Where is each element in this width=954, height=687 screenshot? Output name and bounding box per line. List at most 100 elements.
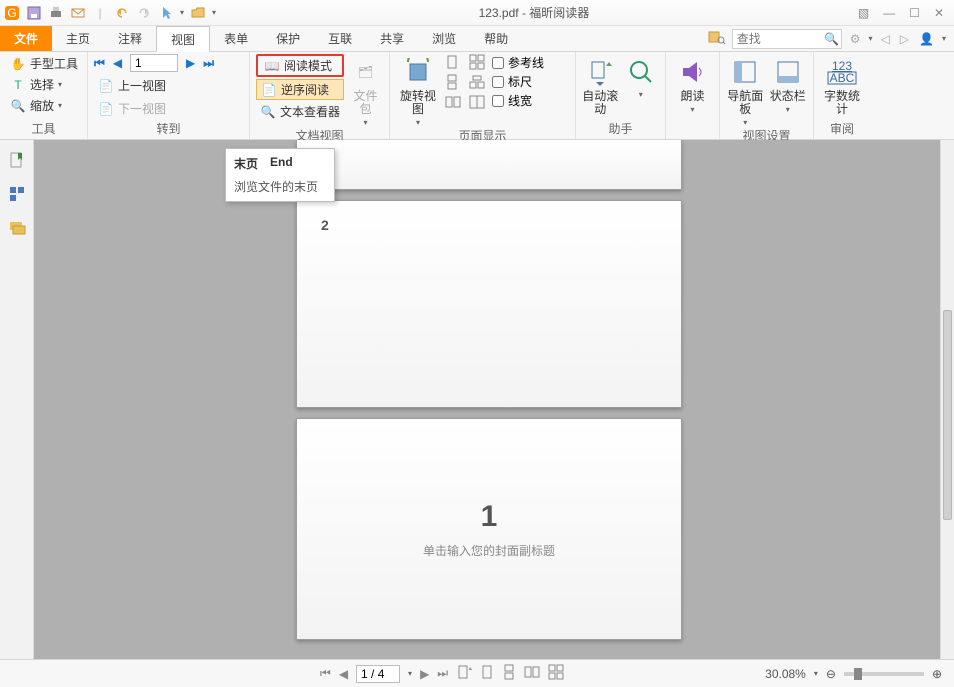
zoom-out-icon[interactable]: ⊖ (826, 667, 836, 681)
ruler-checkbox[interactable] (492, 76, 504, 88)
close-icon[interactable]: ✕ (934, 6, 944, 20)
status-bar-toggle[interactable]: 状态栏 ▾ (769, 54, 808, 114)
status-bar: ⏮ ◀ ▾ ▶ ⏭ 30.08% ▾ ⊖ ⊕ (0, 659, 954, 687)
status-facing-icon[interactable] (524, 664, 540, 683)
zoom-slider-thumb[interactable] (854, 668, 862, 680)
status-last-page-icon[interactable]: ⏭ (437, 666, 448, 681)
auto-scroll-icon (584, 56, 616, 88)
zoom-tool[interactable]: 🔍缩放▾ (6, 96, 82, 115)
zoom-slider[interactable] (844, 672, 924, 676)
last-page-icon[interactable]: ⏭ (203, 56, 214, 71)
status-page-input[interactable] (356, 665, 400, 683)
nav-prev-icon[interactable]: ◁ (879, 32, 892, 46)
zoom-dropdown-icon[interactable]: ▾ (58, 101, 62, 110)
ribbon-toggle-icon[interactable]: ▧ (858, 6, 869, 20)
tab-home[interactable]: 主页 (52, 26, 104, 51)
thumbnails-icon[interactable] (7, 184, 27, 204)
rotate-view-label: 旋转视图 (396, 90, 440, 116)
minimize-icon[interactable]: — (883, 6, 895, 20)
tab-help[interactable]: 帮助 (470, 26, 522, 51)
magnifier-dropdown-icon[interactable]: ▾ (639, 90, 643, 99)
tab-file[interactable]: 文件 (0, 26, 52, 51)
gear-dropdown-icon[interactable]: ▾ (869, 34, 873, 43)
email-icon[interactable] (70, 5, 86, 21)
tab-share[interactable]: 共享 (366, 26, 418, 51)
search-input[interactable] (733, 32, 823, 46)
status-layout1-icon[interactable] (456, 664, 472, 683)
user-icon[interactable]: 👤 (917, 32, 936, 46)
read-aloud-dropdown-icon[interactable]: ▾ (690, 105, 694, 114)
next-view: 📄下一视图 (94, 99, 243, 118)
qat-dropdown-icon[interactable]: ▾ (180, 8, 184, 17)
page-number-input[interactable] (130, 54, 178, 72)
save-icon[interactable] (26, 5, 42, 21)
status-continuous-icon[interactable] (502, 664, 516, 683)
text-viewer[interactable]: 🔍文本查看器 (256, 102, 344, 121)
single-page-icon[interactable] (444, 54, 464, 72)
read-aloud[interactable]: 朗读 ▾ (672, 54, 713, 114)
tab-protect[interactable]: 保护 (262, 26, 314, 51)
book-icon: 📖 (264, 58, 280, 74)
cursor-icon[interactable] (158, 5, 174, 21)
next-page-icon[interactable]: ▶ (186, 56, 195, 70)
package-icon: 🗂 (350, 56, 382, 88)
redo-icon[interactable] (136, 5, 152, 21)
continuous-icon[interactable] (444, 74, 464, 92)
zoom-in-icon[interactable]: ⊕ (932, 667, 942, 681)
nav-next-icon[interactable]: ▷ (898, 32, 911, 46)
cover-page-icon[interactable] (468, 74, 488, 92)
maximize-icon[interactable]: ☐ (909, 6, 920, 20)
word-count[interactable]: 123ABC 字数统计 (820, 54, 864, 116)
reverse-read[interactable]: 📄逆序阅读 (256, 79, 344, 100)
auto-scroll[interactable]: 自动滚动 (582, 54, 619, 116)
tab-connect[interactable]: 互联 (314, 26, 366, 51)
select-dropdown-icon[interactable]: ▾ (58, 80, 62, 89)
search-box[interactable]: 🔍 (732, 29, 842, 49)
tab-browse[interactable]: 浏览 (418, 26, 470, 51)
search-icon[interactable]: 🔍 (823, 32, 841, 46)
tab-form[interactable]: 表单 (210, 26, 262, 51)
open-dropdown-icon[interactable]: ▾ (212, 8, 216, 17)
user-dropdown-icon[interactable]: ▾ (942, 34, 946, 43)
status-page-dropdown-icon[interactable]: ▾ (408, 669, 412, 678)
linewidth-toggle[interactable]: 线宽 (492, 92, 544, 109)
status-facing-cont-icon[interactable] (548, 664, 564, 683)
status-bar-dropdown-icon[interactable]: ▾ (786, 105, 790, 114)
status-single-icon[interactable] (480, 664, 494, 683)
find-scope-icon[interactable] (708, 29, 726, 48)
status-prev-page-icon[interactable]: ◀ (339, 667, 348, 681)
rotate-view[interactable]: 旋转视图 ▾ (396, 54, 440, 127)
first-page-icon[interactable]: ⏮ (94, 56, 105, 71)
vertical-scrollbar[interactable] (940, 140, 954, 659)
print-icon[interactable] (48, 5, 64, 21)
nav-panel[interactable]: 导航面板 ▾ (726, 54, 765, 127)
tab-view[interactable]: 视图 (156, 26, 210, 52)
open-folder-icon[interactable] (190, 5, 206, 21)
status-first-page-icon[interactable]: ⏮ (320, 666, 331, 681)
zoom-dropdown-status-icon[interactable]: ▾ (814, 669, 818, 678)
linewidth-checkbox[interactable] (492, 95, 504, 107)
guides-toggle[interactable]: 参考线 (492, 54, 544, 71)
rotate-dropdown-icon[interactable]: ▾ (416, 118, 420, 127)
magnifier[interactable]: ▾ (623, 54, 660, 99)
prev-page-icon[interactable]: ◀ (113, 56, 122, 70)
facing-cont-icon[interactable] (468, 54, 488, 72)
facing-icon[interactable] (444, 94, 464, 112)
hand-tool[interactable]: ✋手型工具 (6, 54, 82, 73)
comments-icon[interactable] (7, 218, 27, 238)
scrollbar-thumb[interactable] (943, 310, 952, 520)
split-icon[interactable] (468, 94, 488, 112)
nav-panel-dropdown-icon[interactable]: ▾ (743, 118, 747, 127)
status-next-page-icon[interactable]: ▶ (420, 667, 429, 681)
select-tool[interactable]: T选择▾ (6, 75, 82, 94)
prev-view[interactable]: 📄上一视图 (94, 76, 243, 95)
undo-icon[interactable] (114, 5, 130, 21)
gear-icon[interactable]: ⚙ (848, 32, 863, 46)
document-area[interactable]: 2 1 单击输入您的封面副标题 (34, 140, 940, 659)
guides-checkbox[interactable] (492, 57, 504, 69)
read-mode[interactable]: 📖阅读模式 (260, 56, 340, 75)
tab-comment[interactable]: 注释 (104, 26, 156, 51)
bookmarks-icon[interactable] (7, 150, 27, 170)
next-view-label: 下一视图 (118, 100, 166, 117)
ruler-toggle[interactable]: 标尺 (492, 73, 544, 90)
